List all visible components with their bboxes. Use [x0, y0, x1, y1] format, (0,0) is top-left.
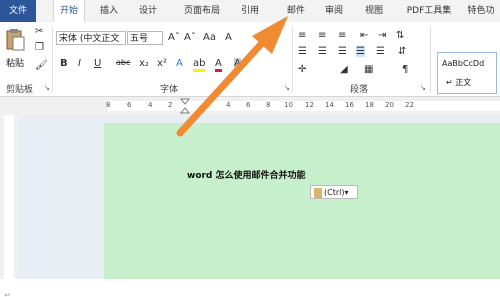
underline-button[interactable]: U: [94, 58, 101, 69]
bullets-icon[interactable]: ≡: [298, 30, 306, 41]
clipboard-launcher-icon[interactable]: ↘: [44, 84, 50, 92]
font-name-value: 宋体 (中文正文: [59, 34, 120, 44]
style-normal[interactable]: AaBbCcDd ↵ 正文: [437, 52, 497, 94]
chinese-layout-icon[interactable]: ✛: [298, 64, 306, 75]
decrease-indent-icon[interactable]: ⇤: [360, 30, 368, 41]
show-marks-icon[interactable]: ¶: [402, 64, 408, 75]
paste-label: 粘贴: [6, 59, 25, 69]
ruler-number: 8: [266, 101, 271, 109]
tab-review[interactable]: 审阅: [320, 0, 348, 22]
paragraph-shading-icon[interactable]: ◢: [340, 64, 348, 75]
paragraph-group-label: 段落: [350, 85, 369, 95]
cut-icon[interactable]: ✂: [35, 26, 43, 37]
tab-mailings[interactable]: 邮件: [282, 0, 310, 22]
tab-references[interactable]: 引用: [236, 0, 264, 22]
ribbon-tab-bar: 文件 开始 插入 设计 页面布局 引用 邮件 审阅 视图 PDF工具集 特色功: [0, 0, 500, 23]
separator: [52, 26, 53, 92]
font-color-icon[interactable]: A: [215, 58, 222, 72]
ruler-number: 4: [148, 101, 153, 109]
tab-special[interactable]: 特色功: [462, 0, 500, 22]
shading-icon[interactable]: A: [234, 58, 241, 69]
tab-file[interactable]: 文件: [0, 0, 36, 22]
separator: [292, 26, 293, 92]
ruler-number: 6: [127, 101, 132, 109]
ruler-number: 6: [246, 101, 251, 109]
indent-marker-icon[interactable]: [180, 98, 190, 114]
ruler-number: 16: [345, 101, 354, 109]
shrink-font-icon[interactable]: Aˇ: [184, 32, 196, 43]
highlight-icon[interactable]: ab: [193, 58, 206, 72]
ruler-number: 20: [385, 101, 394, 109]
font-size-value: 五号: [130, 34, 149, 44]
tab-home[interactable]: 开始: [53, 0, 85, 23]
tab-pdf-tools[interactable]: PDF工具集: [400, 0, 458, 22]
strikethrough-button[interactable]: abc: [116, 58, 130, 67]
ruler-number: 2: [205, 101, 210, 109]
vruler-strip: [4, 115, 14, 279]
sort-icon[interactable]: ⇅: [396, 30, 404, 41]
ruler-strip: [108, 101, 500, 111]
paragraph-launcher-icon[interactable]: ↘: [420, 84, 426, 92]
text-effects-icon[interactable]: A: [176, 58, 183, 69]
ruler-number: 14: [325, 101, 334, 109]
horizontal-ruler[interactable]: 8 6 4 2 2 4 6 8 10 12 14 16 18 20 22: [0, 97, 500, 116]
font-group-label: 字体: [160, 85, 179, 95]
tab-view[interactable]: 视图: [360, 0, 388, 22]
line-spacing-icon[interactable]: ⇵: [398, 46, 406, 57]
align-left-icon[interactable]: ☰: [298, 46, 307, 57]
clipboard-icon: [314, 188, 322, 198]
numbering-icon[interactable]: ≡: [318, 30, 326, 41]
clear-format-icon[interactable]: A: [225, 32, 232, 43]
ruler-number: 18: [365, 101, 374, 109]
subscript-button[interactable]: x₂: [139, 58, 149, 69]
document-page[interactable]: [104, 123, 500, 279]
tab-insert[interactable]: 插入: [95, 0, 123, 22]
superscript-button[interactable]: x²: [157, 58, 167, 69]
distributed-icon[interactable]: ☰: [376, 46, 385, 57]
paste-options-label: (Ctrl): [324, 188, 345, 197]
copy-icon[interactable]: ❐: [35, 42, 44, 53]
bold-button[interactable]: B: [60, 58, 68, 69]
borders-icon[interactable]: ▦: [364, 64, 373, 75]
format-painter-icon[interactable]: 🖌: [35, 60, 48, 71]
tab-page-layout[interactable]: 页面布局: [174, 0, 230, 22]
vertical-ruler[interactable]: 1: [0, 115, 19, 297]
chevron-down-icon: ▾: [344, 188, 349, 197]
tab-design[interactable]: 设计: [133, 0, 163, 22]
ruler-number: 4: [226, 101, 231, 109]
ruler-number: 2: [168, 101, 173, 109]
justify-icon[interactable]: ☰: [356, 46, 365, 57]
align-center-icon[interactable]: ☰: [318, 46, 327, 57]
italic-button[interactable]: I: [78, 58, 81, 69]
paste-button[interactable]: 粘贴: [4, 26, 26, 74]
style-name: ↵ 正文: [446, 78, 472, 87]
ruler-number: 8: [106, 101, 111, 109]
document-text[interactable]: word 怎么使用邮件合并功能: [187, 168, 306, 181]
separator: [430, 26, 431, 92]
ruler-number: 12: [305, 101, 314, 109]
font-size-select[interactable]: 五号: [127, 31, 163, 45]
multilevel-list-icon[interactable]: ≡: [338, 30, 346, 41]
align-right-icon[interactable]: ☰: [338, 46, 347, 57]
clipboard-group-label: 剪贴板: [6, 85, 34, 95]
ribbon-home: 粘贴 ✂ ❐ 🖌 剪贴板 ↘ 宋体 (中文正文 五号 Aˆ Aˇ Aa A B …: [0, 22, 500, 97]
font-name-select[interactable]: 宋体 (中文正文: [56, 31, 126, 45]
increase-indent-icon[interactable]: ⇥: [378, 30, 386, 41]
paste-options-button[interactable]: (Ctrl)▾: [310, 185, 358, 199]
ruler-number: 10: [284, 101, 293, 109]
change-case-icon[interactable]: Aa: [203, 32, 216, 43]
font-launcher-icon[interactable]: ↘: [284, 84, 290, 92]
paste-icon: [6, 29, 25, 51]
ruler-number: 22: [405, 101, 414, 109]
style-preview-text: AaBbCcDd: [442, 59, 485, 68]
grow-font-icon[interactable]: Aˆ: [168, 32, 180, 43]
vruler-number: 1: [3, 293, 10, 297]
